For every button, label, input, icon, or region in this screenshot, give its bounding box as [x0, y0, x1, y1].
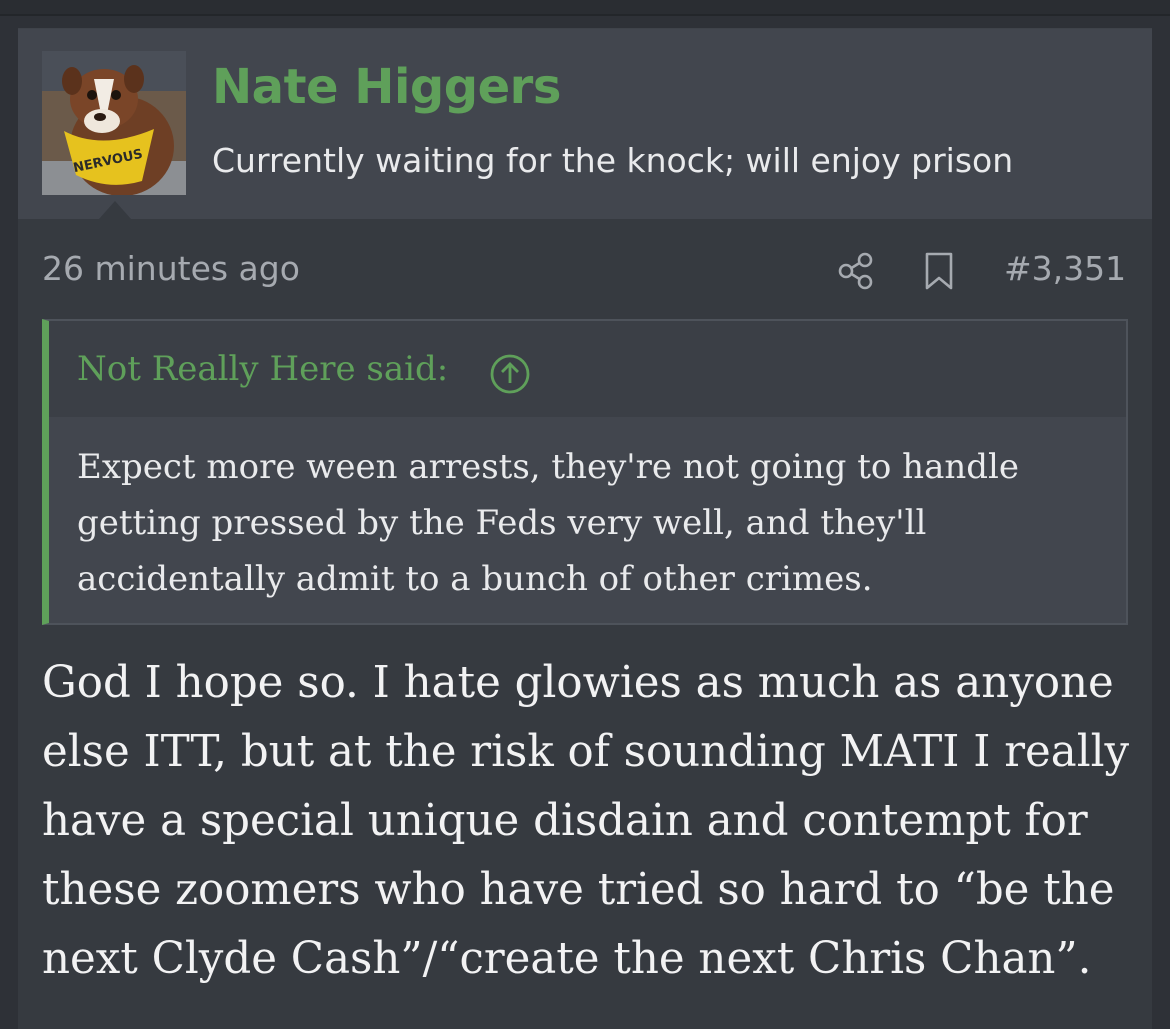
avatar[interactable]: NERVOUS: [42, 51, 186, 195]
top-bar: [0, 0, 1170, 16]
post-timestamp[interactable]: 26 minutes ago: [42, 249, 300, 288]
quote-header: Not Really Here said:: [49, 321, 1126, 417]
quote-block: Not Really Here said: Expect more ween a…: [42, 319, 1128, 625]
post-header: NERVOUS Nate Higgers Currently waiting f…: [18, 29, 1152, 219]
quote-body-text: Expect more ween arrests, they're not go…: [77, 447, 1020, 599]
username-link[interactable]: Nate Higgers: [212, 59, 561, 115]
header-caret: [99, 201, 131, 219]
bookmark-icon[interactable]: [922, 251, 956, 295]
post-number-link[interactable]: #3,351: [1004, 249, 1126, 288]
arrow-up-circle-icon[interactable]: [489, 353, 531, 399]
quote-author-link[interactable]: Not Really Here said:: [77, 349, 448, 389]
reply-body-text: God I hope so. I hate glowies as much as…: [42, 658, 1130, 984]
post-container: NERVOUS Nate Higgers Currently waiting f…: [18, 28, 1152, 1029]
user-title: Currently waiting for the knock; will en…: [212, 141, 1014, 180]
dog-avatar-image: NERVOUS: [42, 51, 186, 195]
share-icon[interactable]: [836, 251, 876, 295]
